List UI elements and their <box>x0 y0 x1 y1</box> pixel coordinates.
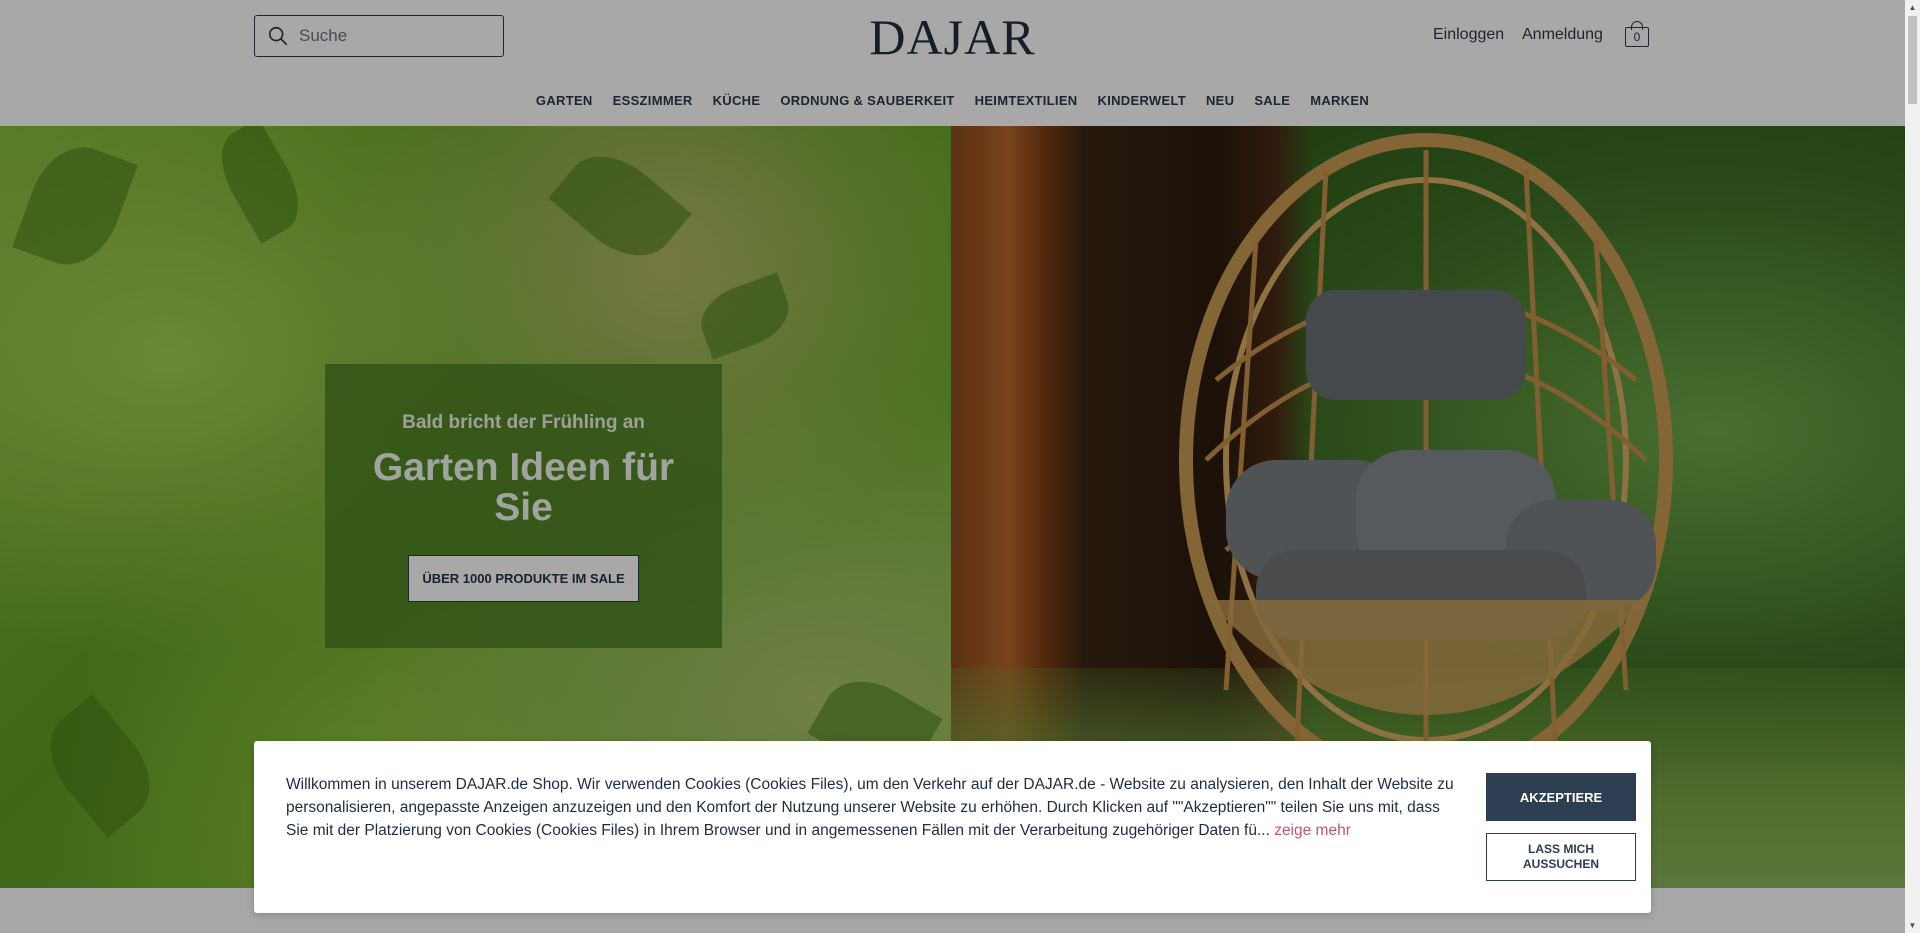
cart-button[interactable]: 0 <box>1625 21 1649 47</box>
cookie-text: Willkommen in unserem DAJAR.de Shop. Wir… <box>286 773 1466 842</box>
nav-item-kueche[interactable]: KÜCHE <box>713 93 761 108</box>
promo-box: Bald bricht der Frühling an Garten Ideen… <box>325 364 722 648</box>
nav-item-marken[interactable]: MARKEN <box>1310 93 1369 108</box>
nav-item-neu[interactable]: NEU <box>1206 93 1234 108</box>
nav-item-esszimmer[interactable]: ESSZIMMER <box>613 93 693 108</box>
scrollbar[interactable]: ▲ ▼ <box>1905 0 1920 933</box>
scrollbar-thumb[interactable] <box>1908 16 1917 104</box>
nav-item-garten[interactable]: GARTEN <box>536 93 593 108</box>
scroll-up-arrow-icon[interactable]: ▲ <box>1905 0 1920 15</box>
cart-count: 0 <box>1625 27 1649 47</box>
promo-title: Garten Ideen für Sie <box>372 446 675 529</box>
cookie-banner: Willkommen in unserem DAJAR.de Shop. Wir… <box>254 741 1651 913</box>
scroll-down-arrow-icon[interactable]: ▼ <box>1905 918 1920 933</box>
show-more-link[interactable]: zeige mehr <box>1274 822 1351 839</box>
nav-item-ordnung[interactable]: ORDNUNG & SAUBERKEIT <box>780 93 954 108</box>
nav-item-sale[interactable]: SALE <box>1254 93 1290 108</box>
hanging-chair-illustration <box>1179 133 1673 787</box>
login-link[interactable]: Einloggen <box>1433 26 1504 44</box>
accept-cookies-button[interactable]: AKZEPTIERE <box>1486 773 1636 821</box>
main-nav: GARTEN ESSZIMMER KÜCHE ORDNUNG & SAUBERK… <box>0 93 1905 108</box>
nav-item-kinderwelt[interactable]: KINDERWELT <box>1098 93 1186 108</box>
logo[interactable]: DAJAR <box>0 8 1905 66</box>
sale-button[interactable]: ÜBER 1000 PRODUKTE IM SALE <box>408 555 639 602</box>
register-link[interactable]: Anmeldung <box>1522 26 1603 44</box>
promo-subtitle: Bald bricht der Frühling an <box>402 412 645 433</box>
nav-item-heimtextilien[interactable]: HEIMTEXTILIEN <box>975 93 1078 108</box>
site-header: DAJAR Einloggen Anmeldung 0 GARTEN ESSZI… <box>0 0 1905 126</box>
choose-cookies-button[interactable]: LASS MICH AUSSUCHEN <box>1486 833 1636 881</box>
